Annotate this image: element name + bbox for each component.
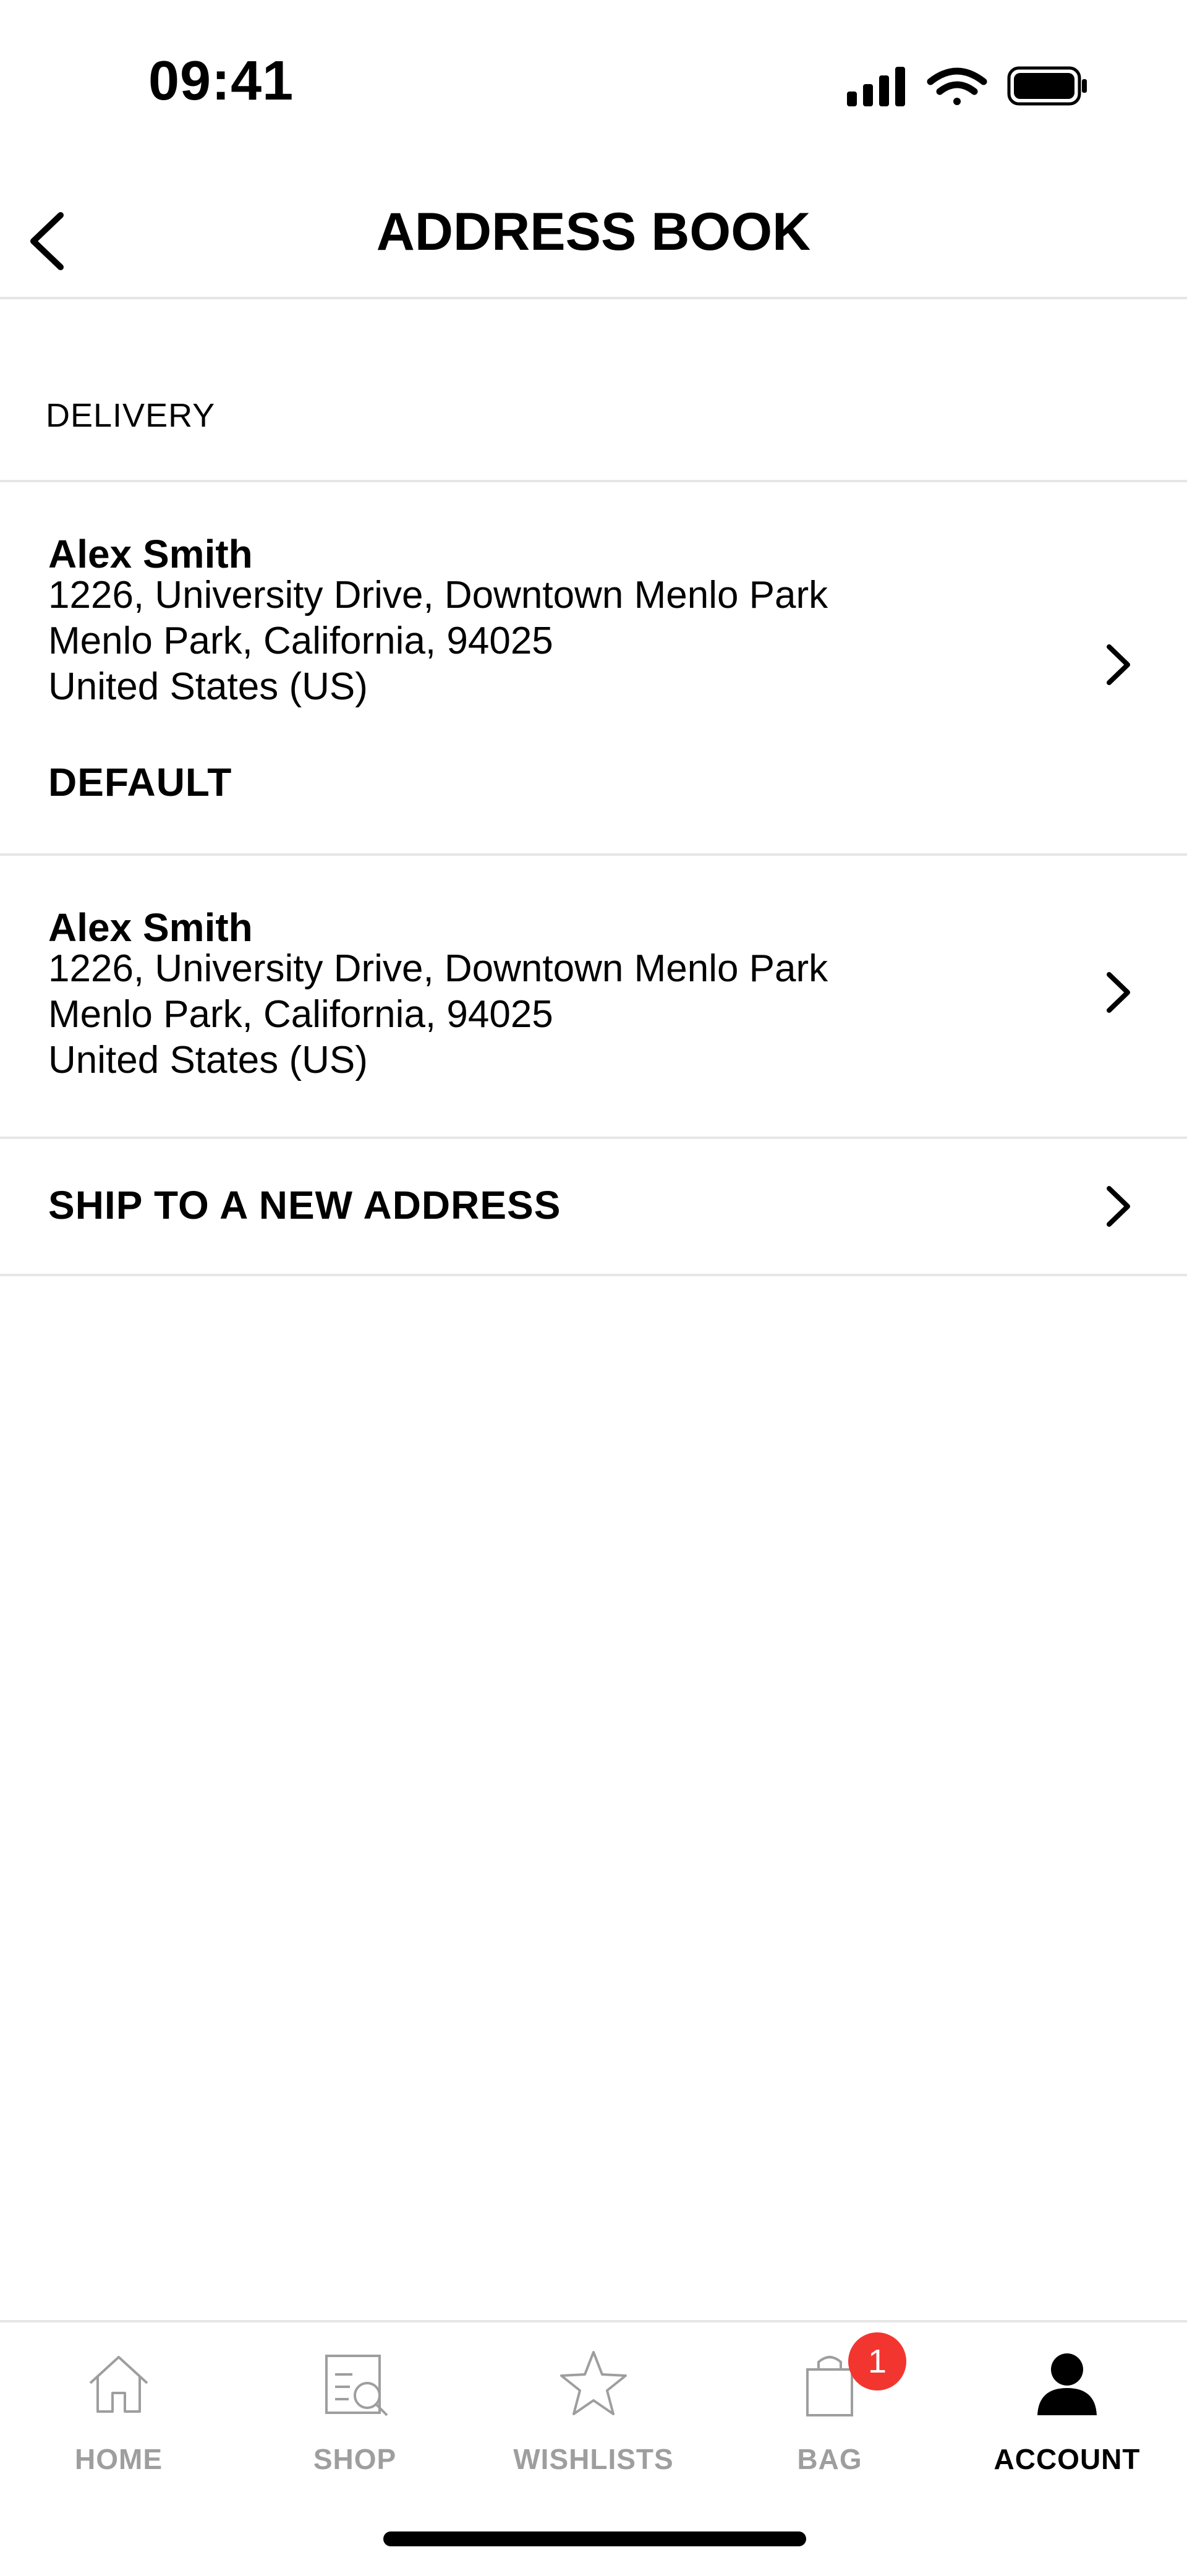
home-indicator[interactable]	[383, 2531, 806, 2546]
address-row[interactable]: Alex Smith 1226, University Drive, Downt…	[0, 482, 1187, 853]
cellular-signal-icon	[847, 67, 905, 106]
default-badge: DEFAULT	[48, 760, 232, 804]
address-name: Alex Smith	[48, 532, 253, 576]
ship-to-new-address-label: SHIP TO A NEW ADDRESS	[48, 1183, 561, 1227]
address-name: Alex Smith	[48, 905, 253, 950]
chevron-right-icon	[1107, 644, 1130, 685]
divider	[0, 1274, 1187, 1276]
nav-header: ADDRESS BOOK	[0, 173, 1187, 299]
section-label-delivery: DELIVERY	[46, 397, 216, 434]
tab-label: SHOP	[313, 2443, 397, 2475]
page-title: ADDRESS BOOK	[376, 202, 811, 262]
ship-to-new-address-row[interactable]: SHIP TO A NEW ADDRESS	[0, 1139, 1187, 1274]
star-icon	[560, 2351, 627, 2415]
address-row[interactable]: Alex Smith 1226, University Drive, Downt…	[0, 856, 1187, 1137]
chevron-right-icon	[1107, 1186, 1130, 1227]
address-line-3: United States (US)	[48, 1039, 368, 1081]
status-icons	[847, 66, 1087, 106]
tab-label: BAG	[797, 2443, 862, 2475]
status-time: 09:41	[148, 50, 294, 112]
bag-count-badge: 1	[848, 2332, 906, 2390]
address-line-2: Menlo Park, California, 94025	[48, 620, 553, 662]
address-line-1: 1226, University Drive, Downtown Menlo P…	[48, 574, 828, 616]
account-icon	[1037, 2353, 1097, 2415]
tab-home[interactable]: HOME	[26, 2347, 211, 2508]
tab-label: HOME	[75, 2443, 163, 2475]
tab-label: ACCOUNT	[993, 2443, 1141, 2475]
battery-icon	[1007, 66, 1087, 106]
tab-wishlists[interactable]: WISHLISTS	[501, 2347, 686, 2508]
shop-search-icon	[325, 2355, 388, 2416]
wifi-icon	[927, 67, 987, 105]
address-line-2: Menlo Park, California, 94025	[48, 993, 553, 1036]
tab-label: WISHLISTS	[513, 2443, 674, 2475]
chevron-right-icon	[1107, 972, 1130, 1013]
home-icon	[89, 2356, 148, 2413]
tab-account[interactable]: ACCOUNT	[974, 2347, 1160, 2508]
tab-shop[interactable]: SHOP	[262, 2347, 448, 2508]
address-line-1: 1226, University Drive, Downtown Menlo P…	[48, 947, 828, 990]
address-line-3: United States (US)	[48, 665, 368, 708]
